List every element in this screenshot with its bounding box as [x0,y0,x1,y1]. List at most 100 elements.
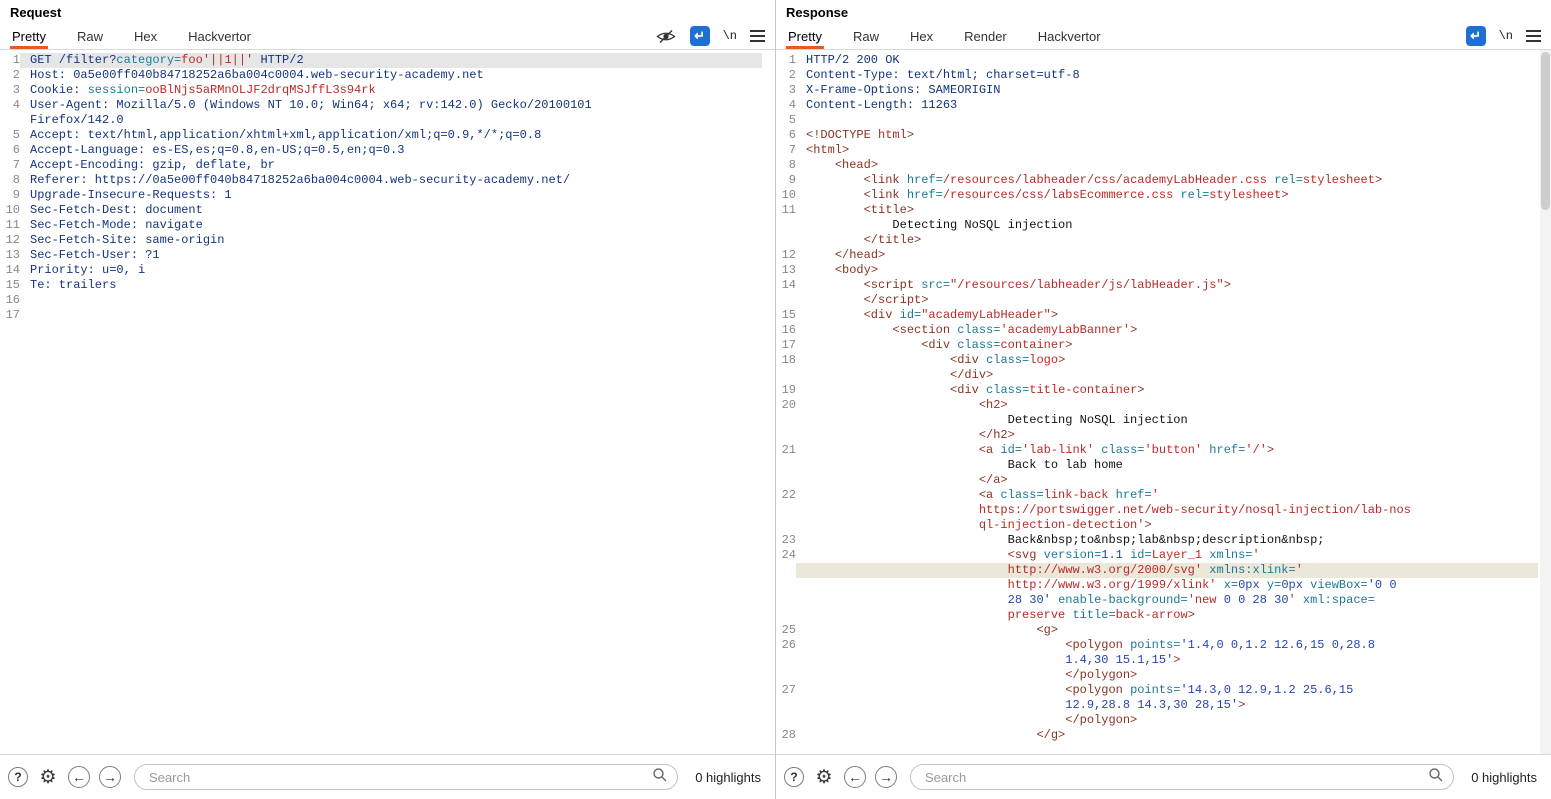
tab-hex[interactable]: Hex [908,23,935,49]
line-number: 23 [776,533,796,548]
help-icon[interactable]: ? [784,767,804,787]
code-line[interactable]: http://www.w3.org/1999/xlink' x=0px y=0p… [776,578,1551,593]
code-line[interactable]: 5 [776,113,1551,128]
newline-visibility-icon[interactable]: \n [723,29,737,43]
code-line[interactable]: 22 <a class=link-back href=' [776,488,1551,503]
gear-icon[interactable]: ⚙ [37,766,59,788]
code-line[interactable]: Detecting NoSQL injection [776,413,1551,428]
code-line[interactable]: 25 <g> [776,623,1551,638]
code-line[interactable]: </polygon> [776,668,1551,683]
code-line[interactable]: 28 30' enable-background='new 0 0 28 30'… [776,593,1551,608]
code-line[interactable]: 4Content-Length: 11263 [776,98,1551,113]
scrollbar-thumb[interactable] [1541,52,1550,210]
code-line[interactable]: 17 <div class=container> [776,338,1551,353]
line-number [776,713,796,728]
code-line[interactable]: </h2> [776,428,1551,443]
code-line[interactable]: </title> [776,233,1551,248]
code-line[interactable]: ql-injection-detection'> [776,518,1551,533]
code-line[interactable]: 13 <body> [776,263,1551,278]
code-line[interactable]: 10Sec-Fetch-Dest: document [0,203,775,218]
code-line[interactable]: 11 <title> [776,203,1551,218]
code-line[interactable]: </div> [776,368,1551,383]
previous-match-button[interactable]: ← [844,766,866,788]
search-field[interactable] [910,764,1454,790]
code-line[interactable]: 1HTTP/2 200 OK [776,53,1551,68]
code-line[interactable]: 21 <a id='lab-link' class='button' href=… [776,443,1551,458]
tab-hackvertor[interactable]: Hackvertor [1036,23,1103,49]
code-line[interactable]: http://www.w3.org/2000/svg' xmlns:xlink=… [776,563,1551,578]
code-line[interactable]: 20 <h2> [776,398,1551,413]
code-line[interactable]: 3X-Frame-Options: SAMEORIGIN [776,83,1551,98]
code-line[interactable]: preserve title=back-arrow> [776,608,1551,623]
tab-hackvertor[interactable]: Hackvertor [186,23,253,49]
code-line[interactable]: 13Sec-Fetch-User: ?1 [0,248,775,263]
code-line[interactable]: 1.4,30 15.1,15'> [776,653,1551,668]
code-line[interactable]: 8 <head> [776,158,1551,173]
code-line[interactable]: 9Upgrade-Insecure-Requests: 1 [0,188,775,203]
code-line[interactable]: 7Accept-Encoding: gzip, deflate, br [0,158,775,173]
code-text: Upgrade-Insecure-Requests: 1 [20,188,762,203]
tab-render[interactable]: Render [962,23,1009,49]
code-text: </head> [796,248,1538,263]
code-line[interactable]: 7<html> [776,143,1551,158]
code-line[interactable]: 8Referer: https://0a5e00ff040b84718252a6… [0,173,775,188]
code-line[interactable]: 16 [0,293,775,308]
previous-match-button[interactable]: ← [68,766,90,788]
code-line[interactable]: 12 </head> [776,248,1551,263]
menu-icon[interactable] [1526,30,1541,42]
code-line[interactable]: 6Accept-Language: es-ES,es;q=0.8,en-US;q… [0,143,775,158]
menu-icon[interactable] [750,30,765,42]
scrollbar[interactable] [1540,50,1551,754]
word-wrap-icon[interactable]: ↵ [690,26,710,46]
search-input[interactable] [923,769,1428,786]
code-line[interactable]: Back to lab home [776,458,1551,473]
code-line[interactable]: 26 <polygon points='1.4,0 0,1.2 12.6,15 … [776,638,1551,653]
next-match-button[interactable]: → [99,766,121,788]
next-match-button[interactable]: → [875,766,897,788]
code-line[interactable]: 18 <div class=logo> [776,353,1551,368]
code-line[interactable]: 1GET /filter?category=foo'||1||' HTTP/2 [0,53,775,68]
request-editor[interactable]: 1GET /filter?category=foo'||1||' HTTP/22… [0,50,775,754]
code-line[interactable]: Detecting NoSQL injection [776,218,1551,233]
code-line[interactable]: 6<!DOCTYPE html> [776,128,1551,143]
code-line[interactable]: 28 </g> [776,728,1551,743]
code-line[interactable]: 27 <polygon points='14.3,0 12.9,1.2 25.6… [776,683,1551,698]
gear-icon[interactable]: ⚙ [813,766,835,788]
code-line[interactable]: 24 <svg version=1.1 id=Layer_1 xmlns=' [776,548,1551,563]
code-line[interactable]: </a> [776,473,1551,488]
tab-hex[interactable]: Hex [132,23,159,49]
code-line[interactable]: 9 <link href=/resources/labheader/css/ac… [776,173,1551,188]
help-icon[interactable]: ? [8,767,28,787]
code-line[interactable]: 16 <section class='academyLabBanner'> [776,323,1551,338]
code-line[interactable]: 11Sec-Fetch-Mode: navigate [0,218,775,233]
code-line[interactable]: 12.9,28.8 14.3,30 28,15'> [776,698,1551,713]
code-line[interactable]: 10 <link href=/resources/css/labsEcommer… [776,188,1551,203]
code-line[interactable]: Firefox/142.0 [0,113,775,128]
code-line[interactable]: 14 <script src="/resources/labheader/js/… [776,278,1551,293]
newline-visibility-icon[interactable]: \n [1499,29,1513,43]
code-line[interactable]: https://portswigger.net/web-security/nos… [776,503,1551,518]
tab-raw[interactable]: Raw [75,23,105,49]
word-wrap-icon[interactable]: ↵ [1466,26,1486,46]
code-line[interactable]: 4User-Agent: Mozilla/5.0 (Windows NT 10.… [0,98,775,113]
tab-pretty[interactable]: Pretty [786,23,824,49]
code-line[interactable]: 2Host: 0a5e00ff040b84718252a6ba004c0004.… [0,68,775,83]
code-line[interactable]: 3Cookie: session=ooBlNjs5aRMnOLJF2drqMSJ… [0,83,775,98]
code-line[interactable]: 5Accept: text/html,application/xhtml+xml… [0,128,775,143]
search-input[interactable] [147,769,652,786]
tab-raw[interactable]: Raw [851,23,881,49]
code-line[interactable]: 19 <div class=title-container> [776,383,1551,398]
eye-slash-icon[interactable] [655,25,677,47]
code-line[interactable]: 2Content-Type: text/html; charset=utf-8 [776,68,1551,83]
tab-pretty[interactable]: Pretty [10,23,48,49]
code-line[interactable]: 15Te: trailers [0,278,775,293]
code-line[interactable]: </polygon> [776,713,1551,728]
code-line[interactable]: 23 Back&nbsp;to&nbsp;lab&nbsp;descriptio… [776,533,1551,548]
code-line[interactable]: 15 <div id="academyLabHeader"> [776,308,1551,323]
code-line[interactable]: 14Priority: u=0, i [0,263,775,278]
search-field[interactable] [134,764,678,790]
response-editor[interactable]: 1HTTP/2 200 OK2Content-Type: text/html; … [776,50,1551,754]
code-line[interactable]: </script> [776,293,1551,308]
code-line[interactable]: 17 [0,308,775,323]
code-line[interactable]: 12Sec-Fetch-Site: same-origin [0,233,775,248]
